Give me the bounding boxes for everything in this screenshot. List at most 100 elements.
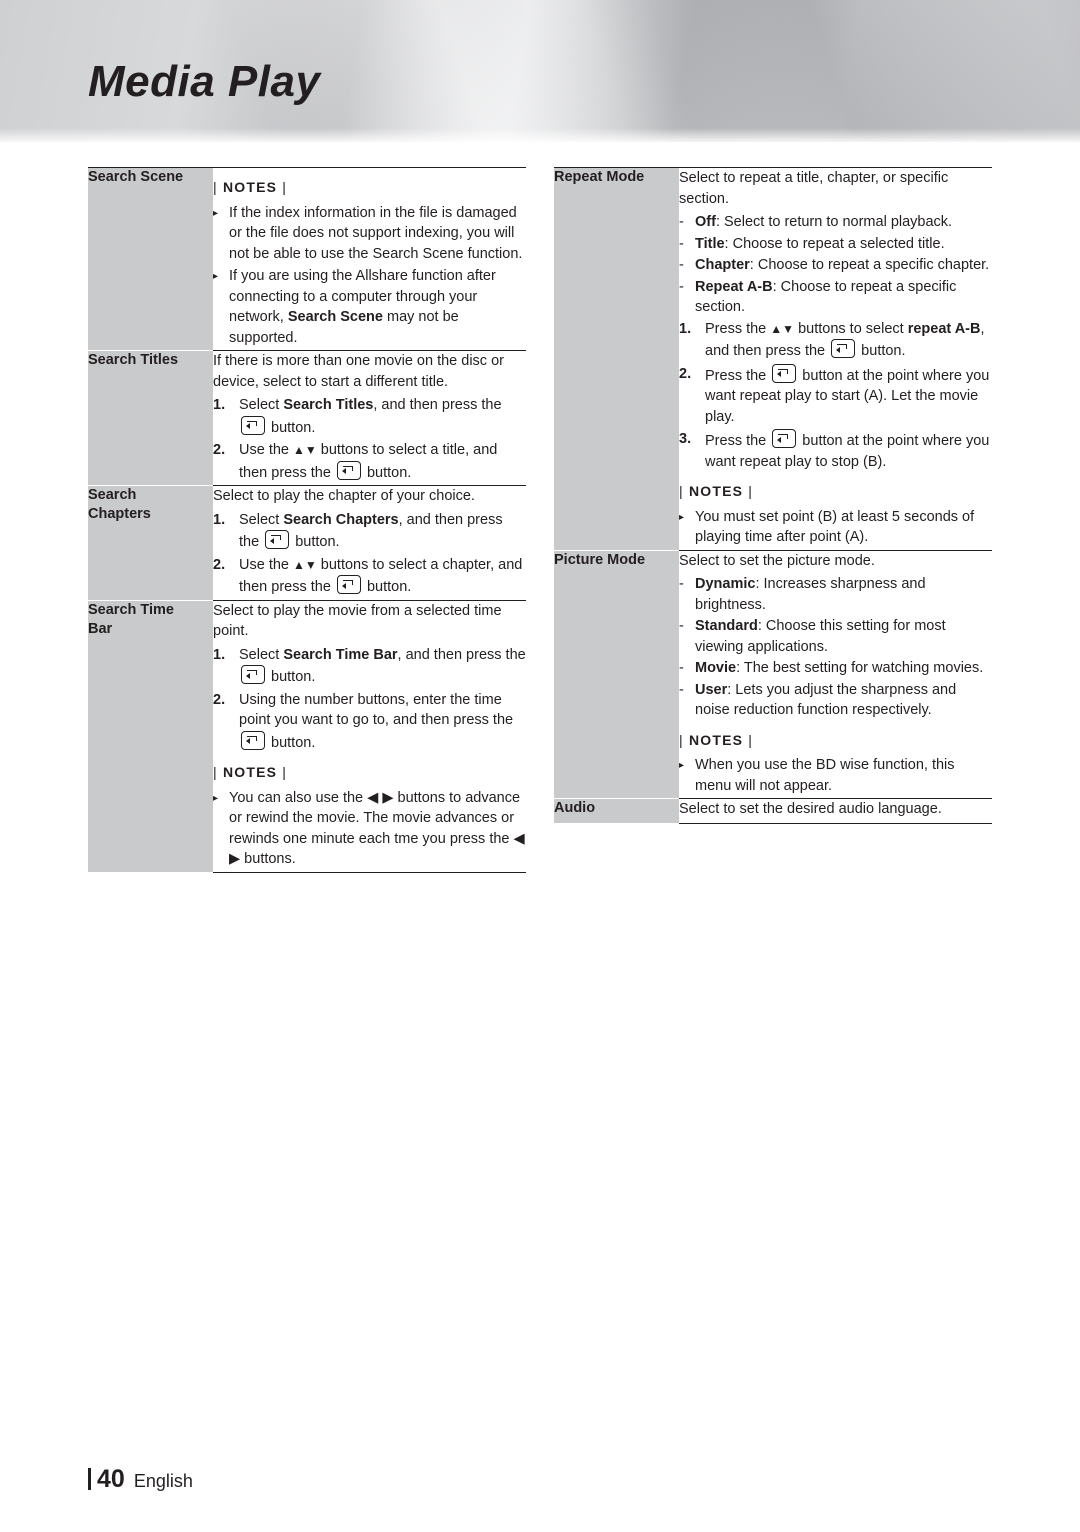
step-text: Press the button at the point where you … <box>705 363 992 428</box>
row-body-picture-mode: Select to set the picture mode. - Dynami… <box>679 550 992 799</box>
step-number: 2. <box>213 556 226 573</box>
note-bullet: ▸ If you are using the Allshare function… <box>213 266 526 348</box>
step-item: 2. Use the ▲▼ buttons to select a chapte… <box>213 555 526 598</box>
table-row: Search Chapters Select to play the chapte… <box>88 485 526 601</box>
row-intro: Select to play the movie from a selected… <box>213 602 502 640</box>
step-item: 1. Select Search Time Bar, and then pres… <box>213 645 526 688</box>
dash-marker: - <box>679 214 684 230</box>
table-row: Search Scene | NOTES | ▸ If the index in… <box>88 167 526 351</box>
enter-button-icon <box>336 575 361 594</box>
dash-marker: - <box>679 681 684 698</box>
option-text: Repeat A-B: Choose to repeat a specific … <box>695 278 957 316</box>
row-intro: If there is more than one movie on the d… <box>213 353 504 390</box>
option-item: - Title: Choose to repeat a selected tit… <box>679 234 992 255</box>
footer-tick <box>88 1468 91 1490</box>
right-arrow-icon: ▶ <box>229 851 241 867</box>
option-text: Chapter: Choose to repeat a specific cha… <box>695 257 990 273</box>
enter-button-icon <box>241 415 265 435</box>
option-text: Off: Select to return to normal playback… <box>695 214 953 230</box>
note-text: If the index information in the file is … <box>229 204 523 262</box>
row-body-search-chapters: Select to play the chapter of your choic… <box>213 485 526 601</box>
notes-header: | NOTES | <box>213 764 288 780</box>
note-bullet: ▸ When you use the BD wise function, thi… <box>679 755 992 796</box>
note-text: You must set point (B) at least 5 second… <box>695 508 975 546</box>
note-bullet: ▸ You can also use the ◀ ▶ buttons to ad… <box>213 788 526 870</box>
option-text: Standard: Choose this setting for most v… <box>695 618 946 655</box>
step-text: Press the ▲▼ buttons to select repeat A-… <box>705 320 985 360</box>
note-bullet: ▸ You must set point (B) at least 5 seco… <box>679 507 992 548</box>
dash-marker: - <box>679 660 684 676</box>
page-number: 40 <box>97 1465 125 1493</box>
step-item: 2. Use the ▲▼ buttons to select a title,… <box>213 440 526 483</box>
table-row: Search Time Bar Select to play the movie … <box>88 600 526 873</box>
enter-button-icon <box>241 665 265 684</box>
step-text: Select Search Titles, and then press the… <box>239 397 502 436</box>
footer-language: English <box>133 1471 193 1491</box>
page-title: Media Play <box>88 57 321 106</box>
notes-header: | NOTES | <box>679 731 754 748</box>
step-text: Select Search Time Bar, and then press t… <box>239 646 526 686</box>
step-number: 1. <box>213 646 226 663</box>
note-text: You can also use the ◀ ▶ buttons to adva… <box>229 789 525 868</box>
bullet-icon: ▸ <box>213 792 219 804</box>
up-down-arrows-icon: ▲▼ <box>770 321 795 336</box>
step-number: 2. <box>679 365 692 382</box>
option-item: - Dynamic: Increases sharpness and brigh… <box>679 574 992 615</box>
bullet-icon: ▸ <box>213 271 219 282</box>
row-body-search-titles: If there is more than one movie on the d… <box>213 350 526 486</box>
note-text: If you are using the Allshare function a… <box>229 268 496 346</box>
row-intro: Select to set the picture mode. <box>679 552 875 569</box>
option-text: User: Lets you adjust the sharpness and … <box>695 681 957 719</box>
table-row: Search Titles If there is more than one … <box>88 350 526 486</box>
right-spec-table: Repeat Mode Select to repeat a title, ch… <box>554 167 992 824</box>
step-text: Press the button at the point where you … <box>705 429 992 472</box>
page-footer: 40 English <box>88 1465 193 1494</box>
option-text: Movie: The best setting for watching mov… <box>695 660 984 676</box>
enter-button-icon <box>241 730 265 750</box>
option-item: - Standard: Choose this setting for most… <box>679 616 992 657</box>
row-intro: Select to repeat a title, chapter, or sp… <box>679 170 949 207</box>
step-number: 2. <box>213 691 226 708</box>
enter-button-icon <box>772 363 797 383</box>
left-column: Search Scene | NOTES | ▸ If the index in… <box>88 167 526 873</box>
step-number: 2. <box>213 442 226 458</box>
dash-marker: - <box>679 278 684 295</box>
dash-marker: - <box>679 235 684 252</box>
dash-marker: - <box>679 257 684 273</box>
dash-marker: - <box>679 576 684 592</box>
table-row: Picture Mode Select to set the picture m… <box>554 550 992 799</box>
dash-marker: - <box>679 618 684 634</box>
right-column: Repeat Mode Select to repeat a title, ch… <box>554 167 992 873</box>
option-text: Title: Choose to repeat a selected title… <box>695 235 945 252</box>
step-item: 2. Press the button at the point where y… <box>679 363 992 428</box>
step-number: 1. <box>213 511 226 528</box>
step-text: Using the number buttons, enter the time… <box>239 691 514 751</box>
note-bullet: ▸ If the index information in the file i… <box>213 203 526 265</box>
option-text: Dynamic: Increases sharpness and brightn… <box>695 576 926 613</box>
note-text: When you use the BD wise function, this … <box>695 757 955 794</box>
step-item: 1. Select Search Chapters, and then pres… <box>213 510 526 553</box>
step-item: 2. Using the number buttons, enter the t… <box>213 690 526 754</box>
step-text: Use the ▲▼ buttons to select a title, an… <box>239 442 498 481</box>
page-header: Media Play <box>0 0 1080 142</box>
notes-header: | NOTES | <box>213 179 288 195</box>
row-intro: Select to play the chapter of your choic… <box>213 488 475 504</box>
option-item: - Movie: The best setting for watching m… <box>679 658 992 679</box>
bullet-icon: ▸ <box>213 207 219 219</box>
step-number: 1. <box>213 397 226 413</box>
bullet-icon: ▸ <box>679 511 685 523</box>
table-row: Audio Select to set the desired audio la… <box>554 798 992 824</box>
option-item: - User: Lets you adjust the sharpness an… <box>679 680 992 721</box>
row-label-search-titles: Search Titles <box>88 350 213 486</box>
step-text: Use the ▲▼ buttons to select a chapter, … <box>239 556 523 596</box>
row-label-search-scene: Search Scene <box>88 167 213 351</box>
left-arrow-icon: ◀ <box>513 830 525 847</box>
enter-button-icon <box>336 460 361 480</box>
enter-button-icon <box>265 530 290 549</box>
row-label-picture-mode: Picture Mode <box>554 550 679 799</box>
step-item: 3. Press the button at the point where y… <box>679 429 992 472</box>
bullet-icon: ▸ <box>679 760 685 771</box>
step-item: 1. Select Search Titles, and then press … <box>213 395 526 438</box>
step-item: 1. Press the ▲▼ buttons to select repeat… <box>679 319 992 362</box>
notes-header: | NOTES | <box>679 483 754 499</box>
